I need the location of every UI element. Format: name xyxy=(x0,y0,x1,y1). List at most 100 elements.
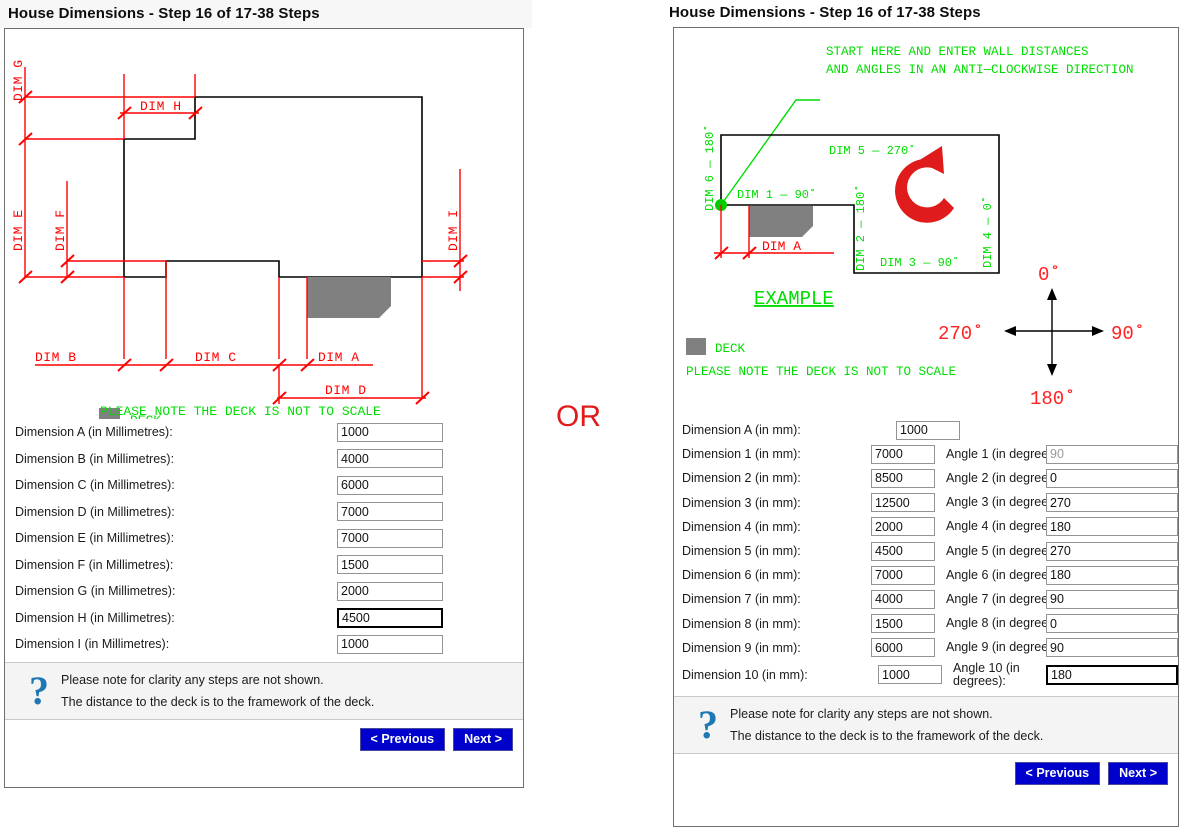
example-label-dim-3: DIM 3 — 90˚ xyxy=(880,256,959,270)
dimension-field-row: Dimension F (in Millimetres): xyxy=(15,552,523,579)
angle-field-label: Angle 1 (in degrees): xyxy=(946,446,1063,461)
dimension-field-label: Dimension 7 (in mm): xyxy=(682,592,801,607)
left-deck-scale-note: PLEASE NOTE THE DECK IS NOT TO SCALE xyxy=(100,404,381,419)
compass-rose: 0˚ 90˚ 180˚ 270˚ xyxy=(938,264,1145,410)
dimension-input[interactable] xyxy=(871,468,935,488)
dimension-field-label: Dimension B (in Millimetres): xyxy=(15,451,175,466)
dimension-input[interactable] xyxy=(337,634,443,654)
angle-input[interactable] xyxy=(1046,468,1178,488)
dimension-field-label: Dimension 3 (in mm): xyxy=(682,495,801,510)
dimension-field-label: Dimension 8 (in mm): xyxy=(682,616,801,631)
label-dim-b: DIM B xyxy=(35,350,77,365)
dimension-field-label: Dimension 4 (in mm): xyxy=(682,519,801,534)
left-page-title: House Dimensions - Step 16 of 17-38 Step… xyxy=(0,0,532,28)
right-note-box: ? Please note for clarity any steps are … xyxy=(674,695,1178,754)
label-dim-a: DIM A xyxy=(318,350,360,365)
dimension-input[interactable] xyxy=(337,449,443,469)
dimension-field-row: Dimension 10 (in mm): Angle 10 (in degree… xyxy=(682,660,1178,690)
right-next-button[interactable]: Next > xyxy=(1108,761,1168,785)
dimension-field-label: Dimension I (in Millimetres): xyxy=(15,637,170,652)
example-label-dim-a: DIM A xyxy=(762,239,801,254)
angle-field-label: Angle 10 (in degrees): xyxy=(953,660,1020,688)
dimension-input[interactable] xyxy=(337,581,443,601)
question-mark-icon: ? xyxy=(698,701,718,747)
dimension-input[interactable] xyxy=(337,528,443,548)
dimension-input[interactable] xyxy=(871,565,935,585)
label-dim-g: DIM G xyxy=(11,59,26,101)
dimension-input[interactable] xyxy=(878,665,943,685)
angle-field-label: Angle 8 (in degrees): xyxy=(946,616,1063,631)
dimension-input[interactable] xyxy=(871,638,935,658)
angle-field-label: Angle 6 (in degrees): xyxy=(946,567,1063,582)
left-next-button[interactable]: Next > xyxy=(453,727,513,751)
dimension-field-row: Dimension C (in Millimetres): xyxy=(15,472,523,499)
left-house-diagram: DIM G DIM H DIM E DIM F DIM I DIM B DIM … xyxy=(5,29,523,419)
dimension-field-label: Dimension E (in Millimetres): xyxy=(15,531,175,546)
left-panel-body: DIM G DIM H DIM E DIM F DIM I DIM B DIM … xyxy=(4,28,524,788)
angle-input[interactable] xyxy=(1046,614,1178,634)
angle-field-label: Angle 7 (in degrees): xyxy=(946,591,1063,606)
dimension-field-label: Dimension F (in Millimetres): xyxy=(15,557,174,572)
dimension-lines xyxy=(24,67,464,404)
angle-input[interactable] xyxy=(1046,541,1178,561)
dimension-input[interactable] xyxy=(337,502,443,522)
dimension-input[interactable] xyxy=(871,614,935,634)
angle-input[interactable] xyxy=(1046,664,1178,685)
dimension-input[interactable] xyxy=(871,589,935,609)
right-deck-scale-note: PLEASE NOTE THE DECK IS NOT TO SCALE xyxy=(686,365,956,379)
dimension-input[interactable] xyxy=(337,607,443,628)
dimension-field-row: Dimension D (in Millimetres): xyxy=(15,499,523,526)
right-note-line-2: The distance to the deck is to the frame… xyxy=(730,728,1044,743)
label-dim-c: DIM C xyxy=(195,350,237,365)
dimension-field-label: Dimension D (in Millimetres): xyxy=(15,504,175,519)
right-dimension-form: Dimension A (in mm): Dimension 1 (in mm):… xyxy=(674,418,1178,690)
dimension-input[interactable] xyxy=(896,420,960,440)
angle-input[interactable] xyxy=(1046,493,1178,513)
example-deck-shape xyxy=(749,206,813,237)
dimension-field-row: Dimension B (in Millimetres): xyxy=(15,446,523,473)
dimension-field-label: Dimension 10 (in mm): xyxy=(682,667,808,682)
dimension-input[interactable] xyxy=(337,555,443,575)
angle-input[interactable] xyxy=(1046,589,1178,609)
example-label-dim-2: DIM 2 — 180˚ xyxy=(854,185,868,271)
dimension-field-label: Dimension G (in Millimetres): xyxy=(15,584,176,599)
dimension-field-row: Dimension E (in Millimetres): xyxy=(15,525,523,552)
right-deck-legend-swatch xyxy=(686,338,706,355)
left-previous-button[interactable]: < Previous xyxy=(359,727,446,751)
dimension-field-label: Dimension A (in mm): xyxy=(682,423,801,438)
dimension-field-row: Dimension 9 (in mm): Angle 9 (in degrees)… xyxy=(682,636,1178,660)
dimension-field-label: Dimension 9 (in mm): xyxy=(682,640,801,655)
or-separator-label: OR xyxy=(556,400,601,433)
right-panel-body: START HERE AND ENTER WALL DISTANCES AND … xyxy=(673,27,1179,827)
right-previous-button[interactable]: < Previous xyxy=(1014,761,1101,785)
angle-input[interactable] xyxy=(1046,638,1178,658)
dimension-input[interactable] xyxy=(871,493,935,513)
label-dim-f: DIM F xyxy=(53,209,68,251)
angle-field-label: Angle 4 (in degrees): xyxy=(946,519,1063,534)
left-note-line-2: The distance to the deck is to the frame… xyxy=(61,694,375,709)
compass-label-west: 270˚ xyxy=(938,323,984,345)
angle-field-label: Angle 5 (in degrees): xyxy=(946,543,1063,558)
dimension-input[interactable] xyxy=(337,422,443,442)
dimension-field-row: Dimension 5 (in mm): Angle 5 (in degrees)… xyxy=(682,539,1178,563)
dimension-field-label: Dimension 2 (in mm): xyxy=(682,471,801,486)
right-example-diagram: START HERE AND ENTER WALL DISTANCES AND … xyxy=(674,28,1178,418)
left-diagram-svg: DIM G DIM H DIM E DIM F DIM I DIM B DIM … xyxy=(11,59,468,419)
dimension-input[interactable] xyxy=(871,541,935,561)
left-note-line-1: Please note for clarity any steps are no… xyxy=(61,672,324,687)
dimension-input[interactable] xyxy=(871,444,935,464)
right-page-title: House Dimensions - Step 16 of 17-38 Step… xyxy=(669,4,981,21)
dimension-input[interactable] xyxy=(337,475,443,495)
angle-input[interactable] xyxy=(1046,565,1178,585)
example-wall-labels: DIM 6 — 180˚ DIM 5 — 270˚ DIM 1 — 90˚ DI… xyxy=(703,125,995,271)
dimension-field-label: Dimension H (in Millimetres): xyxy=(15,610,175,625)
instruction-line-2: AND ANGLES IN AN ANTI—CLOCKWISE DIRECTIO… xyxy=(826,63,1134,77)
right-panel: House Dimensions - Step 16 of 17-38 Step… xyxy=(661,0,1187,827)
right-button-bar: < Previous Next > xyxy=(674,753,1178,793)
left-note-box: ? Please note for clarity any steps are … xyxy=(5,661,523,720)
dimension-field-row: Dimension 3 (in mm): Angle 3 (in degrees)… xyxy=(682,491,1178,515)
angle-input[interactable] xyxy=(1046,444,1178,464)
angle-input[interactable] xyxy=(1046,517,1178,537)
example-label-dim-1: DIM 1 — 90˚ xyxy=(737,188,816,202)
dimension-input[interactable] xyxy=(871,517,935,537)
